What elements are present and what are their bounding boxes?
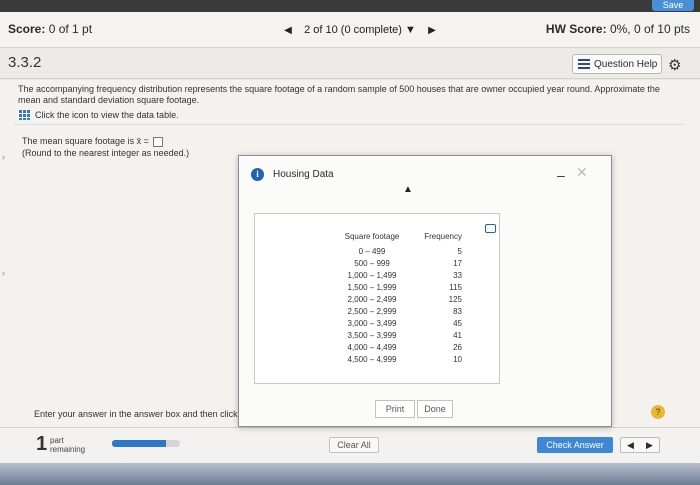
gear-icon[interactable]: ⚙ bbox=[668, 56, 681, 74]
frequency-table: Square footage Frequency 0 – 499 5 500 – … bbox=[335, 232, 473, 365]
table-cell: 2,500 – 2,999 bbox=[347, 306, 397, 316]
parts-progress-bar bbox=[112, 440, 180, 447]
hw-score: HW Score: 0%, 0 of 10 pts bbox=[546, 22, 690, 36]
mouse-cursor-icon: ▲ bbox=[403, 184, 413, 195]
table-row: 2,500 – 2,999 83 bbox=[335, 305, 473, 317]
question-navigator: ◀ 2 of 10 (0 complete) ▼ ▶ bbox=[280, 20, 440, 40]
check-answer-button[interactable]: Check Answer bbox=[537, 437, 613, 453]
view-data-table-link[interactable]: Click the icon to view the data table. bbox=[18, 109, 179, 120]
hw-score-value: 0%, 0 of 10 pts bbox=[609, 22, 690, 36]
done-button[interactable]: Done bbox=[417, 400, 453, 418]
column-header: Square footage bbox=[344, 232, 400, 241]
table-cell: 0 – 499 bbox=[358, 246, 386, 256]
hw-score-label: HW Score: bbox=[545, 22, 607, 36]
footer-bar: 1 part remaining Clear All Check Answer … bbox=[0, 427, 700, 463]
table-row: 0 – 499 5 bbox=[335, 245, 473, 257]
table-cell: 3,500 – 3,999 bbox=[347, 330, 397, 340]
table-row: 500 – 999 17 bbox=[335, 257, 473, 269]
table-cell: 45 bbox=[453, 318, 462, 328]
table-header-row: Square footage Frequency bbox=[335, 232, 473, 245]
table-cell: 1,500 – 1,999 bbox=[347, 282, 397, 292]
info-icon: i bbox=[251, 168, 264, 181]
score-value: 0 of 1 pt bbox=[48, 22, 93, 36]
taskbar bbox=[0, 463, 700, 485]
progress-fill bbox=[112, 440, 167, 447]
table-row: 2,000 – 2,499 125 bbox=[335, 293, 473, 305]
divider bbox=[14, 124, 684, 125]
next-part-button[interactable]: ▶ bbox=[646, 440, 653, 451]
table-cell: 115 bbox=[449, 282, 462, 292]
save-button[interactable]: Save bbox=[652, 0, 694, 11]
score-display: Score: 0 of 1 pt bbox=[8, 22, 92, 36]
rounding-note: (Round to the nearest integer as needed.… bbox=[22, 148, 190, 158]
next-question-button[interactable]: ▶ bbox=[424, 25, 440, 36]
close-button[interactable]: ✕ bbox=[576, 164, 588, 181]
table-cell: 5 bbox=[457, 246, 462, 256]
table-cell: 10 bbox=[453, 354, 462, 364]
clear-all-button[interactable]: Clear All bbox=[329, 437, 379, 453]
section-header: 3.3.2 Question Help ⚙ bbox=[0, 49, 700, 79]
housing-data-dialog: i Housing Data ▲ – ✕ Square footage Freq… bbox=[238, 155, 612, 427]
chevron-down-icon: ▼ bbox=[405, 24, 416, 36]
mean-answer-input[interactable] bbox=[153, 136, 164, 147]
section-number: 3.3.2 bbox=[8, 54, 42, 71]
table-row: 3,500 – 3,999 41 bbox=[335, 329, 473, 341]
table-cell: 17 bbox=[453, 258, 462, 268]
question-prompt: The accompanying frequency distribution … bbox=[18, 84, 660, 105]
table-cell: 26 bbox=[453, 342, 462, 352]
copy-icon[interactable] bbox=[485, 224, 496, 233]
parts-label-line-1: part bbox=[50, 436, 64, 445]
chevron-right-icon: › bbox=[2, 152, 5, 162]
table-cell: 2,000 – 2,499 bbox=[347, 294, 397, 304]
table-row: 1,500 – 1,999 115 bbox=[335, 281, 473, 293]
table-cell: 1,000 – 1,499 bbox=[347, 270, 397, 280]
table-icon[interactable] bbox=[18, 109, 30, 120]
table-cell: 41 bbox=[453, 330, 462, 340]
table-cell: 500 – 999 bbox=[354, 258, 390, 268]
table-cell: 125 bbox=[448, 294, 462, 304]
progress-text: 2 of 10 (0 complete) bbox=[304, 24, 402, 36]
table-row: 3,000 – 3,499 45 bbox=[335, 317, 473, 329]
score-header: Score: 0 of 1 pt ◀ 2 of 10 (0 complete) … bbox=[0, 12, 700, 48]
part-navigator: ◀ ▶ bbox=[620, 437, 660, 453]
list-icon bbox=[578, 59, 590, 69]
table-cell: 3,000 – 3,499 bbox=[347, 318, 397, 328]
question-progress-dropdown[interactable]: 2 of 10 (0 complete) ▼ bbox=[304, 24, 416, 36]
top-bar: Save bbox=[0, 0, 700, 12]
print-button[interactable]: Print bbox=[375, 400, 415, 418]
parts-label-line-2: remaining bbox=[50, 445, 86, 454]
column-header: Frequency bbox=[424, 232, 462, 241]
score-label: Score: bbox=[8, 22, 46, 36]
table-row: 1,000 – 1,499 33 bbox=[335, 269, 473, 281]
table-cell: 83 bbox=[453, 306, 462, 316]
question-help-button[interactable]: Question Help bbox=[572, 54, 662, 74]
help-icon[interactable]: ? bbox=[651, 405, 665, 419]
table-cell: 4,500 – 4,999 bbox=[347, 354, 397, 364]
minimize-button[interactable]: – bbox=[557, 167, 565, 183]
parts-remaining-count: 1 bbox=[36, 433, 48, 455]
table-row: 4,000 – 4,499 26 bbox=[335, 341, 473, 353]
table-cell: 33 bbox=[453, 270, 462, 280]
dialog-title-bar: i Housing Data bbox=[251, 168, 334, 181]
mean-question: The mean square footage is x̄ = bbox=[22, 136, 164, 147]
instruction-text: Enter your answer in the answer box and … bbox=[34, 409, 238, 419]
chevron-right-icon: › bbox=[2, 268, 5, 278]
table-cell: 4,000 – 4,499 bbox=[347, 342, 397, 352]
table-link-label: Click the icon to view the data table. bbox=[35, 109, 179, 120]
dialog-title: Housing Data bbox=[273, 169, 334, 180]
parts-remaining-label: part remaining bbox=[50, 436, 85, 454]
previous-part-button[interactable]: ◀ bbox=[627, 440, 634, 451]
mean-label: The mean square footage is x̄ = bbox=[22, 136, 149, 146]
question-help-label: Question Help bbox=[594, 58, 658, 70]
table-row: 4,500 – 4,999 10 bbox=[335, 353, 473, 365]
previous-question-button[interactable]: ◀ bbox=[280, 25, 296, 36]
